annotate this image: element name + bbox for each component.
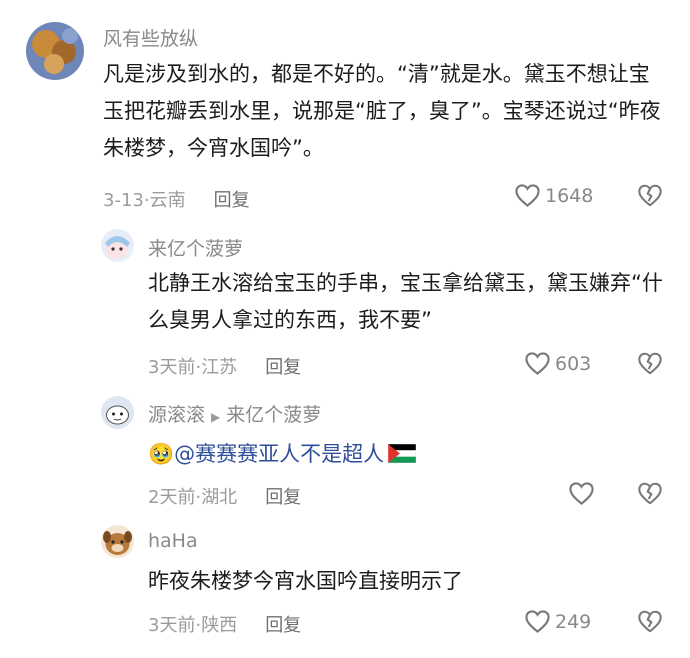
comment-meta: 3-13·云南 回复 — [103, 190, 250, 211]
heart-outline-icon — [514, 183, 541, 208]
heart-outline-icon — [524, 351, 551, 376]
heart-outline-icon — [568, 481, 595, 506]
avatar[interactable] — [101, 396, 134, 429]
username[interactable]: 源滚滚 — [148, 404, 205, 426]
comment-text: 昨夜朱楼梦今宵水国吟直接明示了 — [148, 569, 463, 593]
reply-item: 源滚滚 ▶ 来亿个菠萝 🥹@赛赛赛亚人不是超人 2天前·湖北 回复 — [0, 392, 690, 522]
broken-heart-icon — [637, 352, 663, 380]
comment-date: 3-13 — [103, 190, 144, 211]
dislike-button[interactable] — [637, 351, 663, 380]
comment-item: 风有些放纵 凡是涉及到水的，都是不好的。“清”就是水。黛玉不想让宝玉把花瓣丢到水… — [0, 0, 690, 230]
dislike-button[interactable] — [637, 609, 663, 638]
comment-date: 3天前 — [148, 357, 196, 378]
comment-text: 北静王水溶给宝玉的手串，宝玉拿给黛玉，黛玉嫌弃“什么臭男人拿过的东西，我不要” — [148, 271, 663, 332]
mention-link[interactable]: @赛赛赛亚人不是超人 — [174, 442, 384, 466]
comment-date: 2天前 — [148, 487, 196, 508]
reply-button[interactable]: 回复 — [214, 190, 250, 211]
palestine-flag-icon — [387, 438, 417, 475]
comment-text: 🥹@赛赛赛亚人不是超人 — [148, 436, 673, 475]
comment-location: 陕西 — [201, 615, 238, 636]
comment-location: 云南 — [149, 190, 186, 211]
avatar[interactable] — [26, 22, 84, 80]
dislike-button[interactable] — [637, 183, 663, 212]
like-button[interactable]: 603 — [524, 351, 591, 376]
replied-username[interactable]: 来亿个菠萝 — [226, 404, 321, 426]
like-button[interactable] — [568, 481, 595, 506]
username[interactable]: haHa — [148, 530, 198, 552]
dislike-button[interactable] — [637, 481, 663, 510]
username[interactable]: 风有些放纵 — [103, 24, 198, 51]
username[interactable]: 来亿个菠萝 — [148, 234, 243, 261]
comment-meta: 3天前·江苏 回复 — [148, 357, 302, 378]
pleading-face-emoji: 🥹 — [148, 442, 175, 466]
comment-meta: 3天前·陕西 回复 — [148, 615, 302, 636]
like-button[interactable]: 1648 — [514, 183, 593, 208]
comment-date: 3天前 — [148, 615, 196, 636]
reply-button[interactable]: 回复 — [265, 487, 301, 508]
broken-heart-icon — [637, 482, 663, 510]
broken-heart-icon — [637, 610, 663, 638]
reply-item: haHa 昨夜朱楼梦今宵水国吟直接明示了 3天前·陕西 回复 249 — [0, 522, 690, 658]
reply-item: 来亿个菠萝 北静王水溶给宝玉的手串，宝玉拿给黛玉，黛玉嫌弃“什么臭男人拿过的东西… — [0, 225, 690, 385]
reply-button[interactable]: 回复 — [265, 357, 301, 378]
avatar[interactable] — [101, 525, 134, 558]
like-button[interactable]: 249 — [524, 609, 591, 634]
comment-meta: 2天前·湖北 回复 — [148, 487, 302, 508]
reply-arrow-icon: ▶ — [211, 410, 221, 424]
heart-outline-icon — [524, 609, 551, 634]
like-count: 603 — [555, 352, 592, 375]
reply-button[interactable]: 回复 — [265, 615, 301, 636]
like-count: 1648 — [545, 184, 594, 207]
comment-location: 江苏 — [201, 357, 238, 378]
avatar[interactable] — [101, 229, 134, 262]
comment-text: 凡是涉及到水的，都是不好的。“清”就是水。黛玉不想让宝玉把花瓣丢到水里，说那是“… — [103, 62, 661, 160]
reply-header: 源滚滚 ▶ 来亿个菠萝 — [148, 400, 321, 427]
broken-heart-icon — [637, 184, 663, 212]
like-count: 249 — [555, 610, 592, 633]
comment-location: 湖北 — [201, 487, 238, 508]
